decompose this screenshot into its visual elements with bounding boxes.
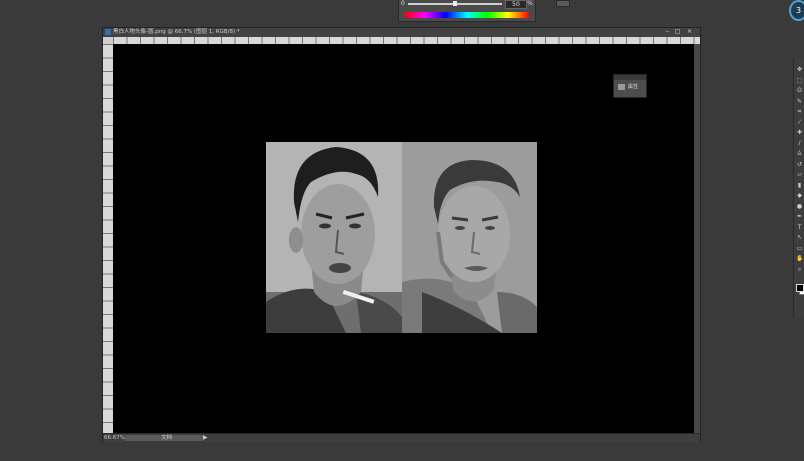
move-tool-icon[interactable]: ✥ <box>796 66 803 73</box>
type-tool-icon[interactable]: T <box>796 224 803 231</box>
document-tab-bar[interactable]: 黑白人物头像-圆.png @ 66.7% (图层 1, RGB/8) * – □… <box>103 28 700 37</box>
ruler-origin[interactable] <box>103 37 113 44</box>
app-badge-icon[interactable]: 3 <box>789 0 804 21</box>
photoshop-doc-icon <box>105 29 111 35</box>
opacity-value-input[interactable]: 50 <box>505 0 527 9</box>
shape-tool-icon[interactable]: ▭ <box>796 245 803 252</box>
panel-collapse-button[interactable] <box>556 0 570 7</box>
canvas-image[interactable] <box>266 142 537 333</box>
horizontal-ruler[interactable] <box>113 37 700 44</box>
quick-select-tool-icon[interactable]: ✎ <box>796 98 803 105</box>
pen-tool-icon[interactable]: ✒ <box>796 213 803 220</box>
hand-tool-icon[interactable]: ✋ <box>796 255 803 262</box>
opacity-slider-thumb[interactable] <box>453 1 457 6</box>
brush-tool-icon[interactable]: ∕ <box>796 140 803 147</box>
close-icon[interactable]: × <box>686 29 693 35</box>
crop-tool-icon[interactable]: ⌗ <box>796 108 803 115</box>
eraser-tool-icon[interactable]: ▱ <box>796 171 803 178</box>
path-select-tool-icon[interactable]: ↖ <box>796 234 803 241</box>
digital-painting <box>402 142 537 333</box>
maximize-icon[interactable]: □ <box>674 29 681 35</box>
properties-mini-panel[interactable]: 属性 <box>613 74 647 98</box>
mini-panel-header[interactable] <box>614 75 646 80</box>
zoom-tool-icon[interactable]: ⌕ <box>796 266 803 273</box>
marquee-tool-icon[interactable]: ⬚ <box>796 77 803 84</box>
vertical-scrollbar[interactable] <box>694 44 700 433</box>
minimize-icon[interactable]: – <box>664 29 671 35</box>
blur-tool-icon[interactable]: ◆ <box>796 192 803 199</box>
document-title[interactable]: 黑白人物头像-圆.png @ 66.7% (图层 1, RGB/8) * <box>113 28 240 37</box>
properties-icon[interactable] <box>618 84 625 90</box>
history-brush-tool-icon[interactable]: ↺ <box>796 161 803 168</box>
vertical-ruler[interactable] <box>103 44 113 433</box>
properties-label[interactable]: 属性 <box>628 83 638 91</box>
healing-tool-icon[interactable]: ✚ <box>796 129 803 136</box>
opacity-panel: 0 50 % <box>398 0 536 22</box>
opacity-min-label: 0 <box>401 0 405 7</box>
status-bar: 66.67% 文档 ▶ <box>103 433 700 442</box>
foreground-color-swatch[interactable] <box>796 284 804 292</box>
status-menu-arrow-icon[interactable]: ▶ <box>203 434 208 442</box>
status-info-text: 文档 <box>161 435 173 441</box>
dodge-tool-icon[interactable]: ● <box>796 203 803 210</box>
stamp-tool-icon[interactable]: ♙ <box>796 150 803 157</box>
color-spectrum-ramp[interactable] <box>405 12 529 18</box>
lasso-tool-icon[interactable]: ʘ <box>796 87 803 94</box>
eyedropper-tool-icon[interactable]: ⁄ <box>796 119 803 126</box>
opacity-unit-label: % <box>527 0 533 7</box>
gradient-tool-icon[interactable]: ▮ <box>796 182 803 189</box>
zoom-level[interactable]: 66.67% <box>104 434 125 442</box>
tools-panel: ✥ ⬚ ʘ ✎ ⌗ ⁄ ✚ ∕ ♙ ↺ ▱ ▮ ◆ ● ✒ T ↖ ▭ ✋ ⌕ <box>793 58 804 318</box>
reference-photo <box>266 142 402 333</box>
